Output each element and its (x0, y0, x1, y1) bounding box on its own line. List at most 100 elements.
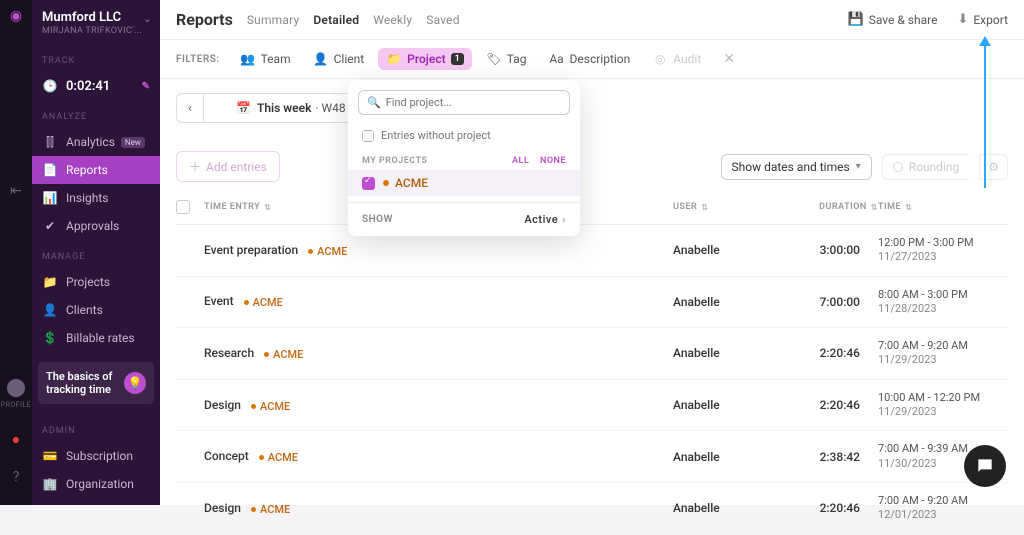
sidebar-item-settings[interactable]: ⚙ Settings (32, 498, 160, 505)
collapse-icon[interactable]: ⇤ (6, 181, 26, 201)
help-icon[interactable]: ? (6, 467, 26, 487)
table-row[interactable]: Event preparation ACME Anabelle3:00:0012:0… (176, 225, 1008, 277)
export-button[interactable]: ⬇ Export (957, 12, 1008, 27)
project-color-dot (251, 404, 256, 409)
project-option-acme[interactable]: ACME (348, 170, 580, 196)
entry-time: 7:00 AM - 9:20 AM12/01/2023 (878, 494, 1008, 523)
analytics-icon: ⫿⫿ (42, 134, 58, 150)
sidebar-item-projects[interactable]: 📁 Projects (32, 268, 160, 296)
filter-audit[interactable]: ◎ Audit (644, 48, 709, 70)
project-tag[interactable]: ACME (244, 296, 283, 309)
entries-without-project[interactable]: Entries without project (348, 125, 580, 152)
promo-card[interactable]: The basics of tracking time 💡 (38, 362, 154, 404)
entry-name: Event preparation (204, 243, 298, 257)
project-color-dot (259, 455, 264, 460)
project-search-input[interactable] (386, 96, 561, 109)
entry-duration: 7:00:00 (783, 295, 878, 309)
entry-name: Design (204, 501, 241, 515)
bulb-icon: 💡 (124, 372, 146, 394)
bell-icon[interactable]: ● (6, 429, 26, 449)
sidebar: Mumford LLC MIRJANA TRIFKOVIC'... ⌄ TRAC… (32, 0, 160, 505)
audit-icon: ◎ (652, 52, 668, 66)
entry-duration: 3:00:00 (783, 243, 878, 257)
table-row[interactable]: ConceptACMEAnabelle2:38:427:00 AM - 9:39… (176, 431, 1008, 483)
sidebar-item-analytics[interactable]: ⫿⫿ Analytics New (32, 128, 160, 156)
entry-user: Anabelle (673, 398, 783, 412)
filter-description[interactable]: Aa Description (541, 48, 639, 70)
sidebar-item-approvals[interactable]: ✔ Approvals (32, 212, 160, 240)
tab-saved[interactable]: Saved (426, 13, 459, 27)
power-icon[interactable]: ◉ (6, 6, 26, 26)
table-row[interactable]: EventACMEAnabelle7:00:008:00 AM - 3:00 P… (176, 277, 1008, 329)
calendar-icon: 📅 (236, 101, 251, 115)
sort-icon[interactable]: ⇅ (905, 203, 912, 212)
sidebar-item-insights[interactable]: 📊 Insights (32, 184, 160, 212)
sidebar-item-timer[interactable]: 🕒 0:02:41 ✎ (32, 72, 160, 100)
save-share-button[interactable]: 💾 Save & share (848, 12, 938, 27)
workspace-name: Mumford LLC (42, 10, 150, 25)
project-filter-popover: 🔍 Entries without project MY PROJECTS AL… (348, 80, 580, 236)
tab-summary[interactable]: Summary (247, 13, 300, 27)
project-tag[interactable]: ACME (251, 400, 290, 413)
show-dates-dropdown[interactable]: Show dates and times ▾ (721, 154, 872, 180)
sidebar-item-clients[interactable]: 👤 Clients (32, 296, 160, 324)
entry-time: 7:00 AM - 9:20 AM11/29/2023 (878, 339, 1008, 368)
entry-time: 10:00 AM - 12:20 PM11/29/2023 (878, 391, 1008, 420)
filter-project[interactable]: 📁 Project 1 (378, 48, 472, 70)
project-checkbox[interactable] (362, 177, 375, 190)
filter-client[interactable]: 👤 Client (305, 48, 373, 70)
pencil-icon[interactable]: ✎ (142, 81, 150, 92)
workspace-user: MIRJANA TRIFKOVIC'... (42, 26, 150, 36)
rounding-toggle[interactable]: Rounding (882, 154, 970, 180)
filter-project-count: 1 (451, 53, 464, 65)
clear-filters-icon[interactable]: ✕ (723, 51, 735, 67)
select-all-checkbox[interactable] (176, 200, 190, 214)
save-icon: 💾 (848, 12, 864, 27)
profile-label: PROFILE (1, 401, 32, 409)
table-row[interactable]: DesignACMEAnabelle2:20:467:00 AM - 9:20 … (176, 483, 1008, 535)
project-tag[interactable]: ACME (259, 451, 298, 464)
section-admin: ADMIN (32, 414, 160, 442)
avatar[interactable] (7, 379, 25, 397)
sort-icon[interactable]: ⇅ (701, 203, 708, 212)
period-toolbar: ‹ 📅 This week · W48 (160, 79, 1024, 123)
entry-user: Anabelle (673, 243, 783, 257)
chevron-down-icon: ⌄ (143, 12, 152, 25)
project-tag[interactable]: ACME (308, 245, 347, 258)
tab-detailed[interactable]: Detailed (313, 13, 359, 27)
entry-duration: 2:38:42 (783, 450, 878, 464)
entry-time: 8:00 AM - 3:00 PM11/28/2023 (878, 288, 1008, 317)
checkbox[interactable] (362, 130, 374, 142)
filter-tag[interactable]: 🏷 Tag (478, 48, 535, 70)
table-row[interactable]: DesignACMEAnabelle2:20:4610:00 AM - 12:2… (176, 380, 1008, 432)
check-icon: ✔ (42, 218, 58, 234)
workspace-switcher[interactable]: Mumford LLC MIRJANA TRIFKOVIC'... ⌄ (32, 0, 160, 44)
main: Reports Summary Detailed Weekly Saved 💾 … (160, 0, 1024, 505)
sidebar-item-billable[interactable]: 💲 Billable rates (32, 324, 160, 352)
insights-icon: 📊 (42, 190, 58, 206)
chat-fab[interactable] (964, 445, 1006, 487)
show-filter-row[interactable]: SHOW Active › (348, 202, 580, 236)
entry-name: Concept (204, 449, 249, 463)
sidebar-item-organization[interactable]: 🏢 Organization (32, 470, 160, 498)
project-search[interactable]: 🔍 (358, 90, 570, 115)
select-all-link[interactable]: ALL (512, 156, 529, 166)
project-tag[interactable]: ACME (264, 348, 303, 361)
entry-duration: 2:20:46 (783, 398, 878, 412)
select-none-link[interactable]: NONE (540, 156, 566, 166)
filter-team[interactable]: 👥 Team (232, 48, 299, 70)
table-row[interactable]: ResearchACMEAnabelle2:20:467:00 AM - 9:2… (176, 328, 1008, 380)
chevron-down-icon: ▾ (856, 161, 861, 172)
sort-icon[interactable]: ⇅ (264, 203, 271, 212)
search-icon: 🔍 (367, 96, 381, 109)
prev-week-button[interactable]: ‹ (176, 93, 204, 123)
add-entries-button[interactable]: ＋ Add entries (176, 151, 280, 182)
sort-icon[interactable]: ⇅ (871, 203, 878, 212)
entry-name: Research (204, 346, 254, 360)
page-title: Reports (176, 10, 233, 29)
entry-time: 12:00 PM - 3:00 PM11/27/2023 (878, 236, 1008, 265)
tab-weekly[interactable]: Weekly (373, 13, 412, 27)
sidebar-item-subscription[interactable]: 💳 Subscription (32, 442, 160, 470)
sidebar-item-reports[interactable]: 📄 Reports (32, 156, 160, 184)
project-color-dot (383, 180, 389, 186)
